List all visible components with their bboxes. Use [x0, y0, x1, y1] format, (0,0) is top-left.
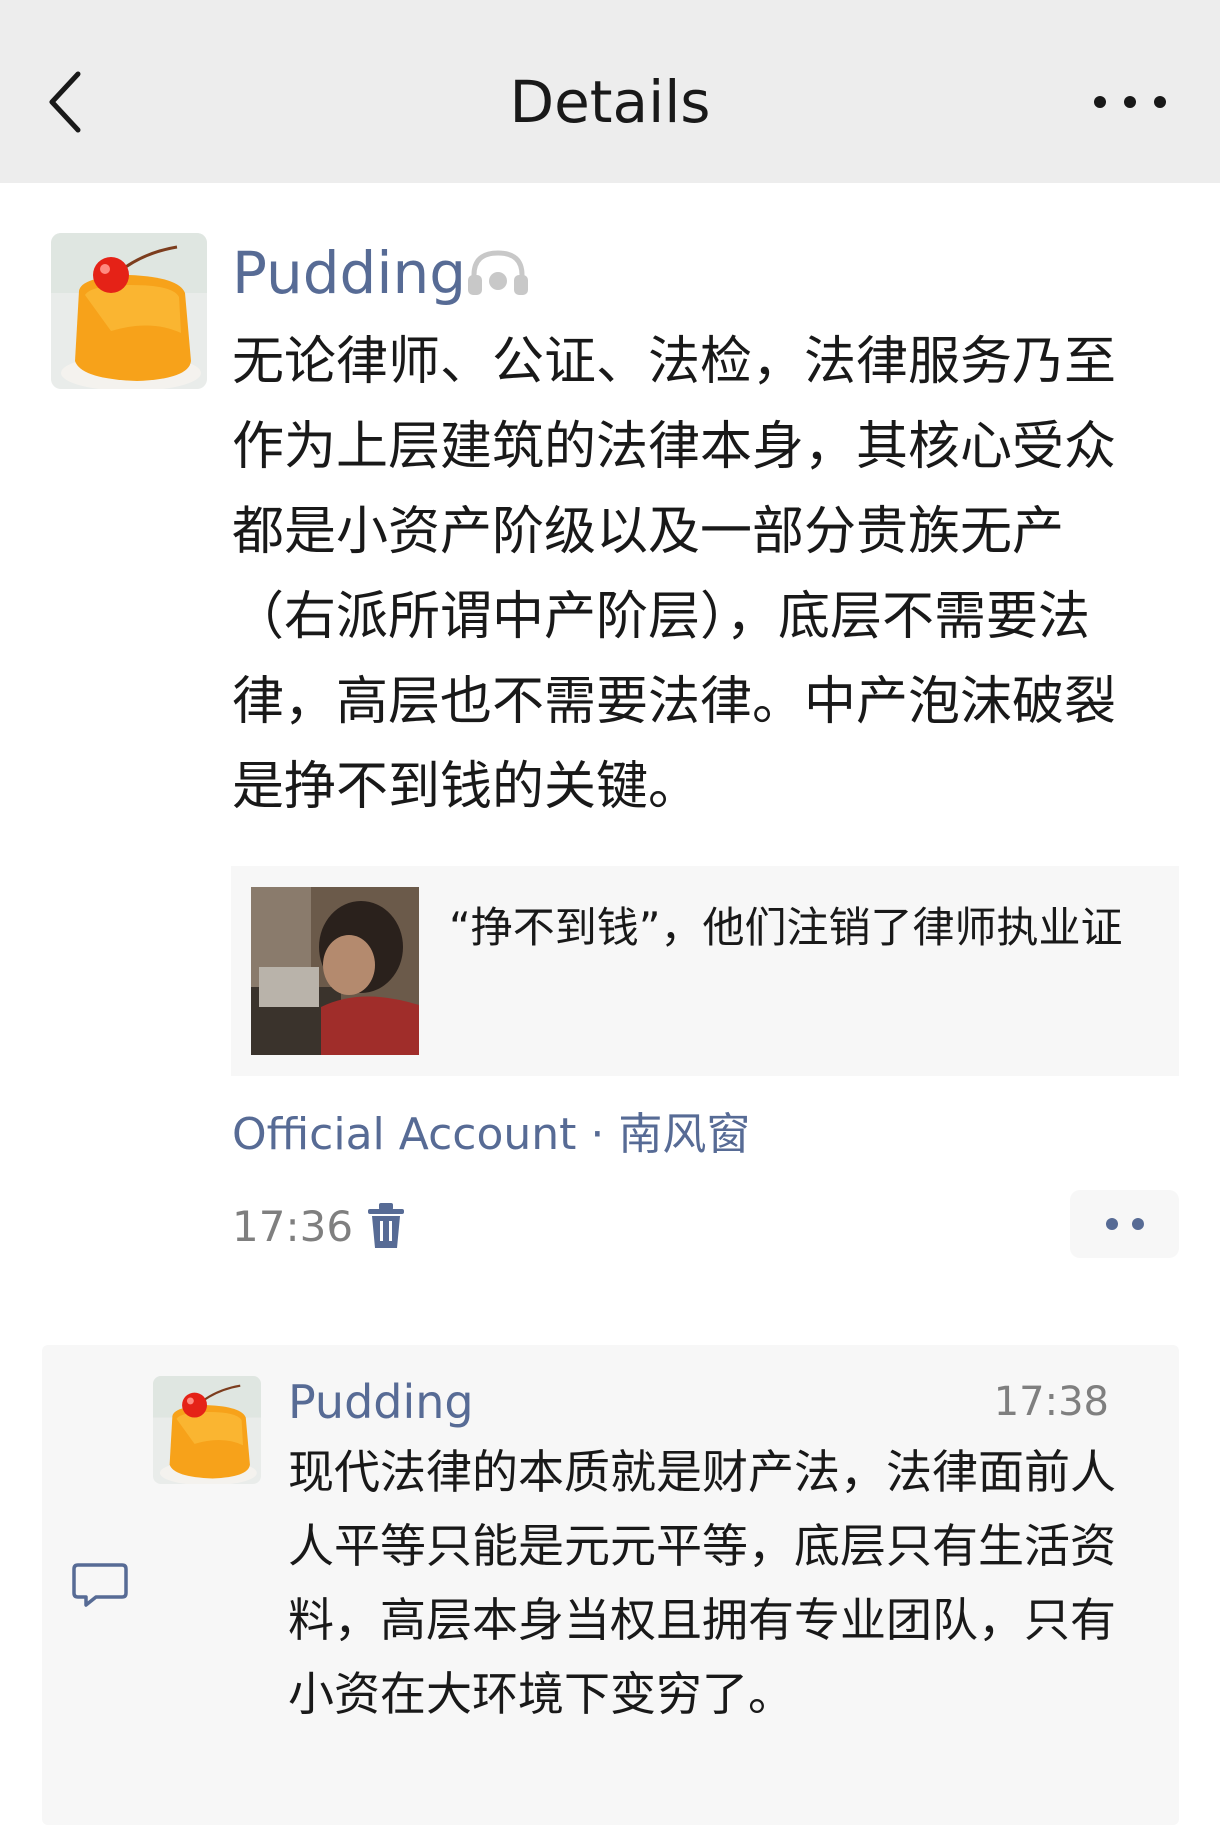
- author-name[interactable]: Pudding: [232, 233, 466, 313]
- comment-author-name[interactable]: Pudding: [288, 1369, 474, 1435]
- comment-timestamp: 17:38: [993, 1379, 1109, 1425]
- comment-author-avatar[interactable]: [153, 1376, 261, 1484]
- top-nav-bar: Details: [0, 0, 1220, 183]
- shared-article-card[interactable]: “挣不到钱”，他们注销了律师执业证: [231, 866, 1179, 1076]
- article-title: “挣不到钱”，他们注销了律师执业证: [449, 903, 1123, 952]
- more-horizontal-icon: [1094, 96, 1166, 108]
- source-official-account[interactable]: Official Account · 南风窗: [232, 1100, 750, 1170]
- post-text: 无论律师、公证、法检，法律服务乃至作为上层建筑的法律本身，其核心受众都是小资产阶…: [232, 332, 1117, 817]
- author-avatar[interactable]: [51, 233, 207, 389]
- article-thumbnail: [251, 887, 419, 1055]
- like-comment-action-button[interactable]: [1070, 1190, 1179, 1258]
- pudding-avatar-image: [51, 233, 207, 389]
- comment-section: Pudding 17:38 现代法律的本质就是财产法，法律面前人人平等只能是元元…: [42, 1345, 1179, 1825]
- more-options-button[interactable]: [1088, 82, 1172, 122]
- pudding-avatar-image: [153, 1376, 261, 1484]
- page-title: Details: [509, 68, 711, 136]
- comment-bubble-icon: [72, 1561, 128, 1609]
- post-timestamp: 17:36: [232, 1202, 354, 1251]
- more-dots-icon: [1106, 1218, 1144, 1230]
- comment-text[interactable]: 现代法律的本质就是财产法，法律面前人人平等只能是元元平等，底层只有生活资料，高层…: [288, 1435, 1118, 1731]
- trash-icon[interactable]: [366, 1201, 406, 1251]
- headphones-icon[interactable]: [464, 247, 532, 299]
